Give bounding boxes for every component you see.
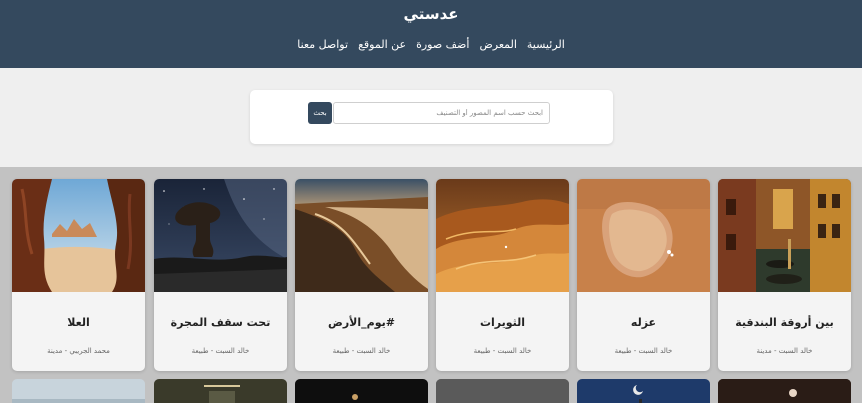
photo-milky-way-rock: [154, 179, 287, 292]
site-header: عدستي الرئيسية المعرض أضف صورة عن الموقع…: [0, 0, 862, 68]
gallery-card-partial[interactable]: [436, 379, 569, 403]
card-meta: محمد الجريبي - مدينة: [47, 347, 110, 355]
photo-thumbnail: [577, 379, 710, 403]
card-meta: خالد السبت - طبيعة: [614, 347, 673, 355]
photo-thumbnail: [12, 379, 145, 403]
photo-alula: [12, 179, 145, 292]
card-title: الثويرات: [479, 316, 526, 329]
site-title: عدستي: [403, 5, 459, 23]
card-meta: خالد السبت - مدينة: [756, 347, 813, 355]
gallery-card-partial[interactable]: [12, 379, 145, 403]
card-meta: خالد السبت - طبيعة: [473, 347, 532, 355]
card-meta: خالد السبت - طبيعة: [332, 347, 391, 355]
gallery-card[interactable]: بين أروقة البندقية خالد السبت - مدينة: [718, 179, 851, 371]
card-title: تحت سقف المجرة: [170, 316, 271, 329]
gallery-card-partial[interactable]: [718, 379, 851, 403]
photo-desert-isolation: [577, 179, 710, 292]
nav-gallery[interactable]: المعرض: [479, 38, 516, 51]
card-title: العلا: [67, 316, 90, 329]
gallery-card[interactable]: عزله خالد السبت - طبيعة: [577, 179, 710, 371]
gallery-card-partial[interactable]: [295, 379, 428, 403]
main-nav: الرئيسية المعرض أضف صورة عن الموقع تواصل…: [0, 38, 862, 51]
search-box: بحث: [250, 90, 613, 144]
card-meta: خالد السبت - طبيعة: [191, 347, 250, 355]
photo-thumbnail: [154, 379, 287, 403]
photo-venice-canal: [718, 179, 851, 292]
card-title: #يوم_الأرض: [328, 316, 395, 329]
photo-thumbnail: [718, 379, 851, 403]
gallery-card-partial[interactable]: [154, 379, 287, 403]
gallery-grid: بين أروقة البندقية خالد السبت - مدينة عز…: [0, 167, 862, 403]
nav-add-photo[interactable]: أضف صورة: [416, 38, 469, 51]
gallery-card[interactable]: #يوم_الأرض خالد السبت - طبيعة: [295, 179, 428, 371]
photo-sand-dunes: [436, 179, 569, 292]
search-button[interactable]: بحث: [308, 102, 332, 124]
search-section: بحث: [0, 68, 862, 167]
card-title: بين أروقة البندقية: [735, 316, 834, 329]
nav-about[interactable]: عن الموقع: [358, 38, 406, 51]
gallery-card[interactable]: العلا محمد الجريبي - مدينة: [12, 179, 145, 371]
photo-thumbnail: [436, 379, 569, 403]
gallery-card[interactable]: تحت سقف المجرة خالد السبت - طبيعة: [154, 179, 287, 371]
photo-thumbnail: [295, 379, 428, 403]
nav-contact[interactable]: تواصل معنا: [297, 38, 348, 51]
search-input[interactable]: [333, 102, 550, 124]
card-title: عزله: [630, 316, 657, 329]
gallery-card[interactable]: الثويرات خالد السبت - طبيعة: [436, 179, 569, 371]
nav-home[interactable]: الرئيسية: [527, 38, 565, 51]
gallery-card-partial[interactable]: [577, 379, 710, 403]
photo-earth-day-aerial: [295, 179, 428, 292]
